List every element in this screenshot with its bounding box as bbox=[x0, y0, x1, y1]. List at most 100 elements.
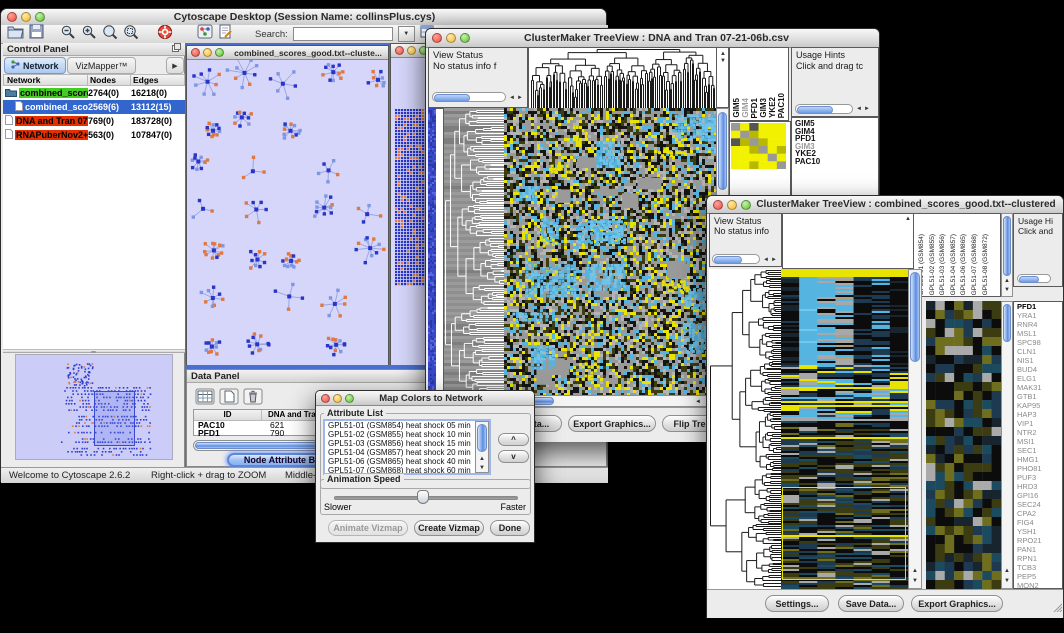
attribute-list-item[interactable]: GPL51-06 (GSM865) heat shock 40 min bbox=[325, 457, 489, 466]
gene-label[interactable]: CPA2 bbox=[1014, 509, 1062, 518]
gene-label[interactable]: NTR2 bbox=[1014, 428, 1062, 437]
tv2-zoom-heatmap[interactable] bbox=[926, 301, 1001, 589]
zoom-icon[interactable] bbox=[345, 394, 354, 403]
treeview1-titlebar[interactable]: ClusterMaker TreeView : DNA and Tran 07-… bbox=[426, 29, 879, 48]
gene-label[interactable]: VIP1 bbox=[1014, 419, 1062, 428]
gene-label[interactable]: PHO81 bbox=[1014, 464, 1062, 473]
gene-label[interactable]: PEP5 bbox=[1014, 572, 1062, 581]
close-icon[interactable] bbox=[713, 200, 723, 210]
tv1-heatmap[interactable] bbox=[504, 108, 716, 395]
gene-label[interactable]: SEC1 bbox=[1014, 446, 1062, 455]
zoom-fit-icon[interactable] bbox=[123, 24, 139, 45]
gene-label[interactable]: KAP95 bbox=[1014, 401, 1062, 410]
minimize-icon[interactable] bbox=[727, 200, 737, 210]
help-icon[interactable] bbox=[157, 24, 173, 45]
scroll-down-arrow[interactable]: ▼ bbox=[479, 465, 485, 471]
scroll-up-arrow[interactable]: ▲ bbox=[905, 216, 911, 222]
zoom-selected-icon[interactable] bbox=[102, 24, 118, 45]
gene-label[interactable]: CLN1 bbox=[1014, 347, 1062, 356]
gene-label[interactable]: RPN1 bbox=[1014, 554, 1062, 563]
scroll-right-arrow[interactable]: ► bbox=[517, 95, 523, 101]
zoom-out-icon[interactable] bbox=[60, 24, 76, 45]
scroll-up-arrow[interactable]: ▲ bbox=[1004, 278, 1010, 284]
done-button[interactable]: Done bbox=[490, 520, 530, 536]
gene-label[interactable]: SEC24 bbox=[1014, 500, 1062, 509]
scroll-right-arrow[interactable]: ► bbox=[864, 106, 870, 112]
network-row-selected[interactable]: combined_sco 2569(6) 13112(15) bbox=[3, 100, 185, 114]
attribute-list-scrollbar[interactable]: ▲ ▼ bbox=[475, 421, 489, 473]
zoom-icon[interactable] bbox=[215, 48, 224, 57]
new-attribute-icon[interactable] bbox=[219, 388, 239, 410]
view-status-scrollbar[interactable] bbox=[712, 254, 760, 264]
gene-label[interactable]: YRA1 bbox=[1014, 311, 1062, 320]
search-dropdown-button[interactable]: ▼ bbox=[398, 26, 415, 42]
zoom-icon[interactable] bbox=[460, 33, 470, 43]
row-label[interactable]: PAC10 bbox=[792, 158, 878, 166]
tv2-row-dendrogram[interactable] bbox=[709, 269, 781, 589]
gene-label[interactable]: MSI1 bbox=[1014, 437, 1062, 446]
gene-label[interactable]: PAN1 bbox=[1014, 545, 1062, 554]
zoom-icon[interactable] bbox=[741, 200, 751, 210]
network-row-combined-scores[interactable]: combined_scores 2764(0) 16218(0) bbox=[3, 86, 185, 100]
animation-slider-thumb[interactable] bbox=[417, 490, 429, 504]
gene-label[interactable]: TCB3 bbox=[1014, 563, 1062, 572]
scroll-down-arrow[interactable]: ▼ bbox=[912, 578, 918, 584]
scroll-left-arrow[interactable]: ◄ bbox=[763, 257, 769, 263]
close-icon[interactable] bbox=[395, 46, 404, 55]
scroll-up-arrow[interactable]: ▲ bbox=[720, 51, 726, 57]
network-overview[interactable] bbox=[15, 354, 173, 460]
minimize-icon[interactable] bbox=[21, 12, 31, 22]
tv1-column-scroll-gutter[interactable]: ▲ ▼ bbox=[716, 47, 729, 108]
tv2-right-vscrollbar[interactable]: ▲ ▼ bbox=[1001, 301, 1013, 589]
usage-hints-scrollbar[interactable] bbox=[1017, 274, 1051, 283]
scroll-up-arrow[interactable]: ▲ bbox=[479, 456, 485, 462]
settings-button[interactable]: Settings... bbox=[765, 595, 829, 612]
network-1-titlebar[interactable]: combined_scores_good.txt--cluste... bbox=[187, 46, 388, 60]
close-icon[interactable] bbox=[321, 394, 330, 403]
dialog-titlebar[interactable]: Map Colors to Network bbox=[316, 391, 534, 406]
tv1-column-dendrogram[interactable] bbox=[528, 47, 718, 110]
tv2-column-dendrogram-area[interactable]: ▲ bbox=[782, 213, 914, 269]
close-icon[interactable] bbox=[191, 48, 200, 57]
resize-grip[interactable] bbox=[1052, 599, 1062, 617]
attribute-list-item[interactable]: GPL51-04 (GSM857) heat shock 20 min bbox=[325, 448, 489, 457]
close-icon[interactable] bbox=[7, 12, 17, 22]
view-status-scrollbar[interactable] bbox=[432, 92, 506, 102]
minimize-icon[interactable] bbox=[446, 33, 456, 43]
save-data-button[interactable]: Save Data... bbox=[838, 595, 904, 612]
gene-label[interactable]: MAK31 bbox=[1014, 383, 1062, 392]
gene-label[interactable]: HAP3 bbox=[1014, 410, 1062, 419]
gene-label[interactable]: PFD1 bbox=[1014, 302, 1062, 311]
search-input[interactable] bbox=[293, 27, 393, 41]
export-graphics-button[interactable]: Export Graphics... bbox=[568, 415, 656, 432]
open-session-icon[interactable] bbox=[7, 24, 24, 44]
network-view-canvas[interactable] bbox=[187, 60, 388, 365]
gene-label[interactable]: GTB1 bbox=[1014, 392, 1062, 401]
tab-network[interactable]: Network bbox=[4, 57, 66, 74]
scroll-down-arrow[interactable]: ▼ bbox=[1004, 287, 1010, 293]
gene-label[interactable]: FIG4 bbox=[1014, 518, 1062, 527]
attribute-list-item[interactable]: GPL51-02 (GSM855) heat shock 10 min bbox=[325, 430, 489, 439]
create-vizmap-button[interactable]: Create Vizmap bbox=[414, 520, 484, 536]
network-row-rnapuber[interactable]: RNAPuberNov2+ 563(0) 107847(0) bbox=[3, 128, 185, 142]
tv1-global-strip[interactable] bbox=[428, 108, 436, 395]
tv2-top-vscrollbar[interactable]: ▲ ▼ bbox=[1001, 213, 1013, 297]
minimize-icon[interactable] bbox=[333, 394, 342, 403]
gene-label[interactable]: NIS1 bbox=[1014, 356, 1062, 365]
gene-label[interactable]: RPO21 bbox=[1014, 536, 1062, 545]
scroll-left-arrow[interactable]: ◄ bbox=[856, 106, 862, 112]
close-icon[interactable] bbox=[432, 33, 442, 43]
annotation-icon[interactable] bbox=[218, 24, 233, 44]
scroll-up-arrow[interactable]: ▲ bbox=[912, 568, 918, 574]
scroll-down-arrow[interactable]: ▼ bbox=[1004, 578, 1010, 584]
panel-divider-handle[interactable] bbox=[3, 349, 185, 353]
move-up-button[interactable]: ^ bbox=[498, 433, 529, 446]
tv2-heatmap[interactable] bbox=[781, 269, 908, 589]
attribute-select-icon[interactable] bbox=[195, 388, 215, 410]
scroll-right-arrow[interactable]: ► bbox=[771, 257, 777, 263]
gene-label[interactable]: HMG1 bbox=[1014, 455, 1062, 464]
usage-hints-scrollbar[interactable] bbox=[795, 104, 853, 114]
network-row-dna-tran[interactable]: DNA and Tran 07 769(0) 183728(0) bbox=[3, 114, 185, 128]
gene-label[interactable]: SPC98 bbox=[1014, 338, 1062, 347]
zoom-icon[interactable] bbox=[35, 12, 45, 22]
